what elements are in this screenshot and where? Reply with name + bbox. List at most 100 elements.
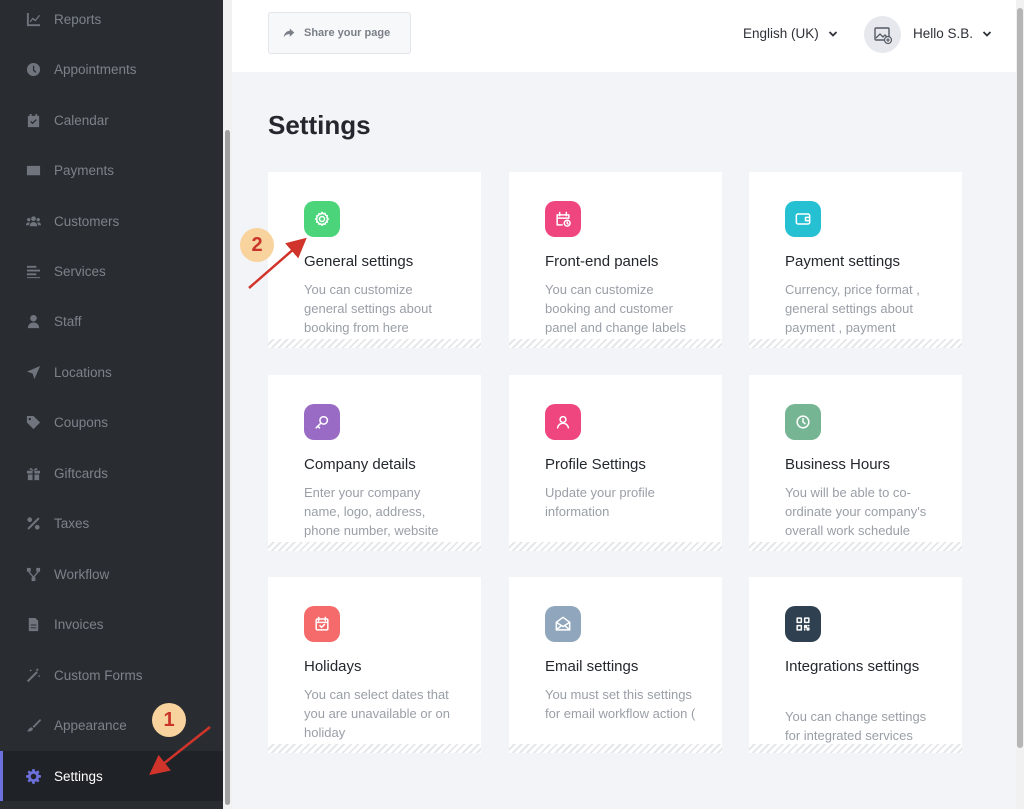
card-general-settings[interactable]: General settings You can customize gener… — [268, 172, 481, 348]
user-menu[interactable]: Hello S.B. — [913, 26, 992, 41]
card-front-end-panels[interactable]: Front-end panels You can customize booki… — [509, 172, 722, 348]
qr-code-icon — [785, 606, 821, 642]
card-hatch-divider — [268, 542, 481, 551]
card-hatch-divider — [268, 339, 481, 348]
card-title: Payment settings — [785, 253, 901, 270]
share-page-button[interactable]: Share your page — [268, 12, 411, 54]
clock-icon — [26, 62, 41, 77]
percent-icon — [26, 516, 41, 531]
sidebar-item-label: Workflow — [54, 566, 110, 582]
card-description: Enter your company name, logo, address, … — [304, 485, 439, 538]
sidebar-item-appearance[interactable]: Appearance — [0, 700, 223, 750]
card-company-details[interactable]: Company details Enter your company name,… — [268, 375, 481, 551]
sidebar-item-label: Custom Forms — [54, 667, 143, 683]
avatar[interactable] — [864, 16, 901, 53]
sidebar-item-taxes[interactable]: Taxes — [0, 498, 223, 548]
card-hatch-divider — [509, 744, 722, 753]
magic-wand-icon — [26, 667, 41, 683]
card-hatch-divider — [749, 339, 962, 348]
workflow-icon — [26, 567, 41, 582]
user-icon — [545, 404, 581, 440]
sidebar-item-giftcards[interactable]: Giftcards — [0, 448, 223, 498]
card-hatch-divider — [749, 744, 962, 753]
sidebar-item-appointments[interactable]: Appointments — [0, 44, 223, 94]
card-hatch-divider — [749, 542, 962, 551]
card-email-settings[interactable]: Email settings You must set this setting… — [509, 577, 722, 753]
card-description: Update your profile information — [545, 485, 655, 519]
sidebar-item-custom-forms[interactable]: Custom Forms — [0, 650, 223, 700]
card-title: Holidays — [304, 658, 362, 675]
sidebar-item-services[interactable]: Services — [0, 246, 223, 296]
annotation-badge-2: 2 — [240, 228, 274, 262]
sidebar-item-staff[interactable]: Staff — [0, 296, 223, 346]
card-description: You can change settings for integrated s… — [785, 709, 927, 743]
sidebar-item-label: Services — [54, 263, 106, 279]
card-integrations-settings[interactable]: Integrations settings You can change set… — [749, 577, 962, 753]
card-title: Email settings — [545, 658, 639, 675]
card-title: Integrations settings — [785, 658, 920, 675]
image-placeholder-icon — [873, 26, 892, 44]
card-description: You can select dates that you are unavai… — [304, 687, 450, 740]
calendar-clock-icon — [545, 201, 581, 237]
share-page-label: Share your page — [304, 27, 391, 39]
page-scrollbar-thumb[interactable] — [1017, 8, 1023, 748]
card-description: You must set this settings for email wor… — [545, 687, 696, 721]
chevron-down-icon — [982, 30, 992, 37]
card-payment-settings[interactable]: Payment settings Currency, price format … — [749, 172, 962, 348]
sidebar-item-coupons[interactable]: Coupons — [0, 397, 223, 447]
sidebar-item-workflow[interactable]: Workflow — [0, 549, 223, 599]
card-title: Front-end panels — [545, 253, 659, 270]
share-arrow-icon — [283, 28, 295, 38]
card-title: Profile Settings — [545, 456, 646, 473]
sidebar-item-settings[interactable]: Settings — [0, 751, 223, 801]
page-title: Settings — [268, 110, 371, 140]
annotation-badge-1: 1 — [152, 703, 186, 737]
user-icon — [26, 314, 41, 329]
sidebar-item-label: Calendar — [54, 112, 109, 128]
sidebar-item-payments[interactable]: Payments — [0, 145, 223, 195]
card-hatch-divider — [509, 542, 722, 551]
card-hatch-divider — [509, 339, 722, 348]
sidebar-item-calendar[interactable]: Calendar — [0, 95, 223, 145]
sidebar-item-label: Settings — [54, 768, 103, 784]
sidebar-item-locations[interactable]: Locations — [0, 347, 223, 397]
sidebar-item-customers[interactable]: Customers — [0, 196, 223, 246]
sidebar-item-label: Staff — [54, 313, 82, 329]
sidebar-item-label: Giftcards — [54, 465, 109, 481]
key-icon — [304, 404, 340, 440]
card-profile-settings[interactable]: Profile Settings Update your profile inf… — [509, 375, 722, 551]
gear-icon — [304, 201, 340, 237]
list-icon — [26, 264, 41, 279]
card-title: Business Hours — [785, 456, 891, 473]
users-icon — [26, 214, 41, 229]
card-description: You can customize general settings about… — [304, 282, 432, 335]
brush-icon — [26, 718, 41, 733]
card-holidays[interactable]: Holidays You can select dates that you a… — [268, 577, 481, 753]
envelope-open-icon — [545, 606, 581, 642]
gear-icon — [26, 768, 41, 784]
calendar-icon — [26, 113, 41, 128]
gift-icon — [26, 466, 41, 481]
card-business-hours[interactable]: Business Hours You will be able to co-or… — [749, 375, 962, 551]
language-selector[interactable]: English (UK) — [743, 26, 838, 41]
tag-icon — [26, 415, 41, 430]
wallet-icon — [785, 201, 821, 237]
sidebar-item-reports[interactable]: Reports — [0, 0, 223, 44]
card-description: Currency, price format , general setting… — [785, 282, 920, 335]
sidebar-item-label: Invoices — [54, 616, 104, 632]
file-icon — [26, 617, 41, 632]
sidebar-scrollbar-thumb[interactable] — [225, 130, 230, 805]
clock-icon — [785, 404, 821, 440]
location-arrow-icon — [26, 365, 41, 380]
sidebar-item-label: Reports — [54, 11, 102, 27]
sidebar-item-label: Locations — [54, 364, 112, 380]
card-description: You can customize booking and customer p… — [545, 282, 686, 335]
user-greeting: Hello S.B. — [913, 26, 974, 41]
sidebar-item-label: Appearance — [54, 717, 127, 733]
card-hatch-divider — [268, 744, 481, 753]
chart-icon — [26, 12, 41, 27]
card-title: General settings — [304, 253, 414, 270]
card-title: Company details — [304, 456, 416, 473]
sidebar-item-invoices[interactable]: Invoices — [0, 599, 223, 649]
sidebar-item-label: Taxes — [54, 515, 90, 531]
